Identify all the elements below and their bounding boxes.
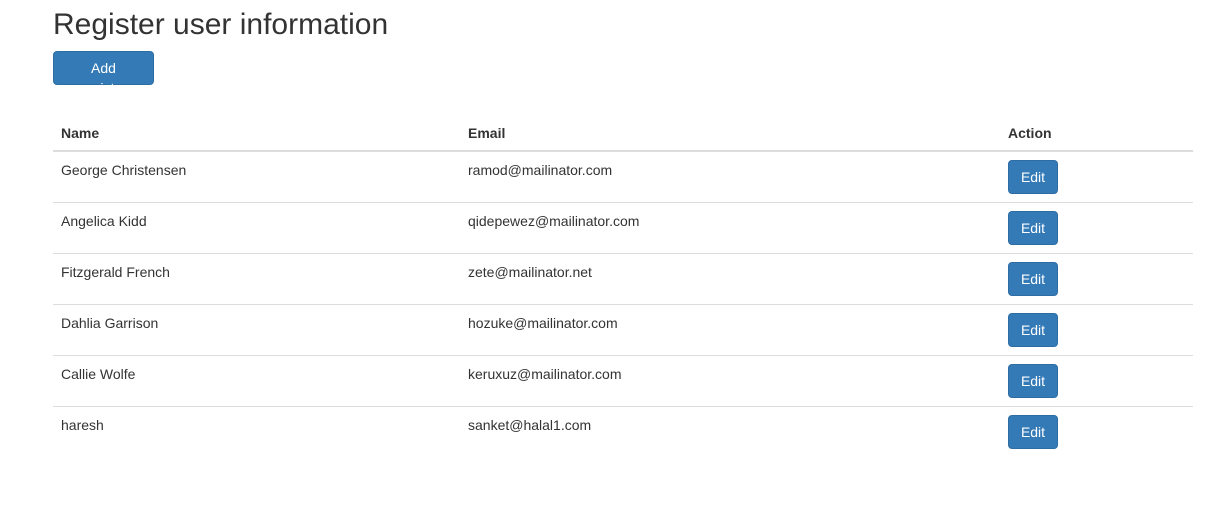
cell-email: qidepewez@mailinator.com bbox=[460, 202, 1000, 254]
table-header-row: Name Email Action bbox=[53, 115, 1193, 152]
cell-name: Fitzgerald French bbox=[53, 253, 460, 305]
cell-email: zete@mailinator.net bbox=[460, 253, 1000, 305]
cell-name: haresh bbox=[61, 416, 104, 433]
edit-button[interactable]: Edit bbox=[1008, 363, 1058, 398]
table-row: haresh sanket@halal1.com Edit bbox=[53, 406, 1193, 457]
table-row: Angelica Kidd qidepewez@mailinator.com E… bbox=[53, 202, 1193, 254]
edit-button[interactable]: Edit bbox=[1008, 312, 1058, 347]
table-row: Dahlia Garrison hozuke@mailinator.com Ed… bbox=[53, 304, 1193, 356]
table-row: Fitzgerald French zete@mailinator.net Ed… bbox=[53, 253, 1193, 305]
edit-button[interactable]: Edit bbox=[1008, 160, 1058, 194]
cell-email: ramod@mailinator.com bbox=[460, 151, 1000, 203]
cell-name: George Christensen bbox=[53, 151, 460, 203]
cell-action: Edit bbox=[1000, 406, 1193, 457]
cell-action: Edit bbox=[1000, 355, 1193, 407]
cell-action: Edit bbox=[1000, 253, 1193, 305]
cell-action: Edit bbox=[1000, 202, 1193, 254]
cell-action: Edit bbox=[1000, 304, 1193, 356]
edit-button[interactable]: Edit bbox=[1008, 261, 1058, 296]
users-table: Name Email Action George Christensen ram… bbox=[53, 115, 1193, 457]
table-row: Callie Wolfe keruxuz@mailinator.com Edit bbox=[53, 355, 1193, 407]
table-row: George Christensen ramod@mailinator.com … bbox=[53, 151, 1193, 203]
cell-email: sanket@halal1.com bbox=[468, 416, 592, 433]
cell-name: Dahlia Garrison bbox=[53, 304, 460, 356]
add-register-button[interactable]: Add register bbox=[53, 51, 154, 96]
header-email: Email bbox=[460, 115, 1000, 152]
cell-name: Angelica Kidd bbox=[53, 202, 460, 254]
edit-button[interactable]: Edit bbox=[1008, 210, 1058, 245]
page-container: Register user information Add register N… bbox=[53, 0, 1193, 457]
cell-action: Edit bbox=[1000, 151, 1193, 203]
edit-button[interactable]: Edit bbox=[1008, 414, 1058, 449]
page-title: Register user information bbox=[53, 8, 389, 41]
header-action: Action bbox=[1000, 115, 1193, 152]
cell-email: keruxuz@mailinator.com bbox=[460, 355, 1000, 407]
header-name: Name bbox=[53, 115, 460, 152]
cell-email: hozuke@mailinator.com bbox=[460, 304, 1000, 356]
cell-name: Callie Wolfe bbox=[53, 355, 460, 407]
